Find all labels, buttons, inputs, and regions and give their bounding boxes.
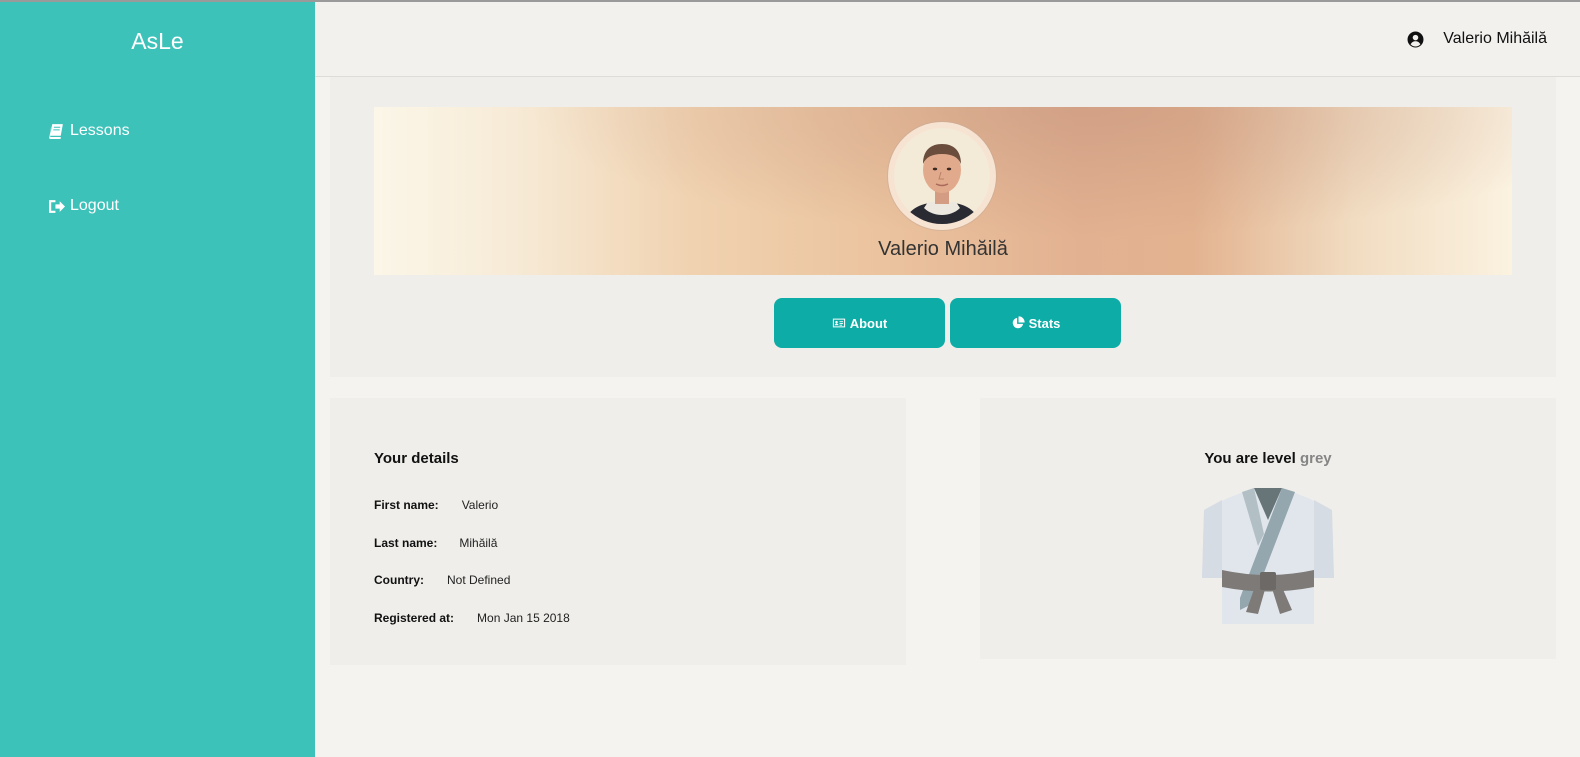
- profile-banner: Valerio Mihăilă: [374, 107, 1512, 275]
- avatar-photo: [894, 128, 990, 224]
- detail-row-country: Country: Not Defined: [374, 573, 510, 587]
- profile-name: Valerio Mihăilă: [878, 238, 1008, 260]
- detail-label: Last name:: [374, 536, 438, 550]
- sign-out-icon: [49, 199, 65, 213]
- detail-row-first-name: First name: Valerio: [374, 498, 498, 512]
- detail-value: Valerio: [461, 498, 499, 512]
- sidebar-item-label: Lessons: [70, 122, 130, 139]
- sidebar-item-label: Logout: [70, 197, 119, 214]
- tab-label: About: [849, 315, 888, 331]
- level-title-prefix: You are level: [1204, 450, 1296, 467]
- level-card: You are level grey: [980, 398, 1556, 659]
- kimono-icon: [1202, 488, 1334, 624]
- details-title: Your details: [374, 450, 459, 467]
- detail-row-registered-at: Registered at: Mon Jan 15 2018: [374, 611, 570, 625]
- detail-label: Registered at:: [374, 611, 455, 625]
- top-bar: Valerio Mihăilă: [315, 2, 1580, 77]
- detail-value: Not Defined: [447, 573, 511, 587]
- profile-card: Valerio Mihăilă About Stats: [330, 77, 1556, 377]
- avatar: [888, 122, 996, 230]
- detail-label: First name:: [374, 498, 439, 512]
- brand-logo[interactable]: AsLe: [0, 28, 315, 55]
- user-name: Valerio Mihăilă: [1443, 30, 1547, 47]
- user-menu[interactable]: Valerio Mihăilă: [1407, 30, 1547, 48]
- level-title: You are level grey: [980, 450, 1556, 467]
- tab-stats[interactable]: Stats: [950, 298, 1121, 348]
- detail-value: Mon Jan 15 2018: [477, 611, 570, 625]
- level-name: grey: [1299, 450, 1332, 467]
- sidebar-item-lessons[interactable]: Lessons: [48, 122, 130, 140]
- tab-label: Stats: [1028, 315, 1061, 331]
- detail-label: Country:: [374, 573, 424, 587]
- user-circle-icon: [1407, 31, 1424, 47]
- book-icon: [49, 123, 63, 139]
- pie-chart-icon: [1012, 316, 1025, 329]
- detail-value: Mihăilă: [459, 536, 498, 550]
- details-card: Your details First name: Valerio Last na…: [330, 398, 906, 665]
- tab-about[interactable]: About: [774, 298, 945, 348]
- sidebar: AsLe Lessons Logout: [0, 2, 315, 757]
- sidebar-item-logout[interactable]: Logout: [48, 197, 119, 215]
- detail-row-last-name: Last name: Mihăilă: [374, 536, 497, 550]
- id-card-icon: [832, 318, 845, 328]
